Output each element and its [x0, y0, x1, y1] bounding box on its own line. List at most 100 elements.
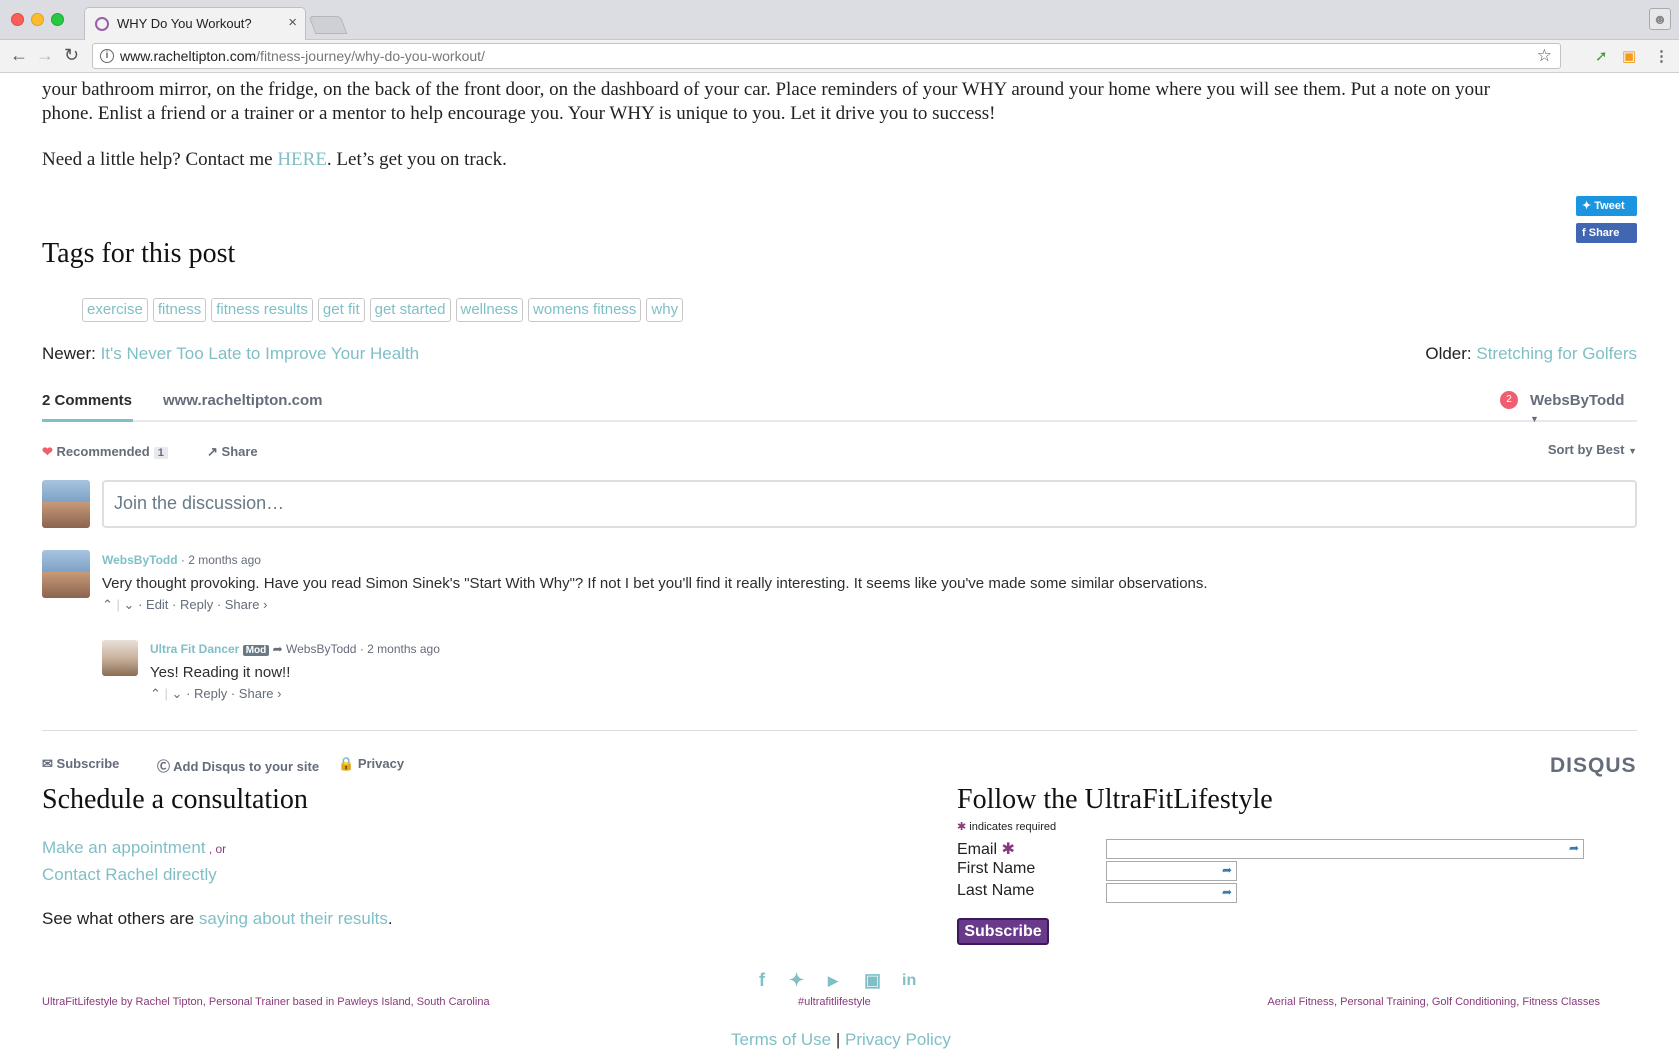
reply-text: Yes! Reading it now!! — [150, 664, 291, 681]
tag-fitness-results[interactable]: fitness results — [211, 298, 313, 322]
contact-here-link[interactable]: HERE — [277, 149, 327, 170]
footer-links: Terms of Use | Privacy Policy — [731, 1030, 951, 1050]
article-paragraph: your bathroom mirror, on the fridge, on … — [42, 78, 1490, 126]
email-field[interactable]: ➦ — [1106, 839, 1584, 859]
forward-arrow-icon[interactable]: → — [36, 45, 54, 66]
newer-label: Newer: — [42, 344, 101, 363]
upvote-icon[interactable]: ⌃ — [102, 597, 113, 612]
url-text[interactable]: www.racheltipton.com/fitness-journey/why… — [120, 48, 485, 64]
tab-community[interactable]: www.racheltipton.com — [163, 392, 322, 409]
disqus-divider — [42, 730, 1637, 731]
disqus-logo[interactable]: DISQUS — [1550, 754, 1637, 778]
facebook-share-button[interactable]: f Share — [1576, 223, 1637, 243]
disqus-privacy-label: Privacy — [357, 756, 405, 771]
tag-get-fit[interactable]: get fit — [317, 298, 365, 322]
footer-hashtag[interactable]: #ultrafitlifestyle — [798, 996, 871, 1008]
older-post-link[interactable]: Stretching for Golfers — [1476, 344, 1637, 363]
disqus-d-icon: Ⓒ — [157, 759, 171, 774]
tag-wellness[interactable]: wellness — [455, 298, 524, 322]
required-note: ✱ indicates required — [957, 820, 1056, 833]
help-suffix: . Let’s get you on track. — [326, 149, 507, 170]
youtube-icon[interactable]: ▶ — [828, 973, 838, 989]
tag-womens-fitness[interactable]: womens fitness — [528, 298, 642, 322]
info-icon[interactable]: i — [100, 49, 114, 63]
tab-comments[interactable]: 2 Comments — [42, 392, 132, 409]
tag-fitness[interactable]: fitness — [152, 298, 207, 322]
chevron-down-icon: ▼ — [1628, 446, 1637, 456]
twitter-icon: ✦ — [1582, 200, 1592, 212]
downvote-icon[interactable]: ⌄ — [124, 597, 135, 612]
disqus-user-menu[interactable]: WebsByTodd ▼ — [1530, 392, 1637, 426]
older-post-nav: Older: Stretching for Golfers — [1425, 344, 1637, 364]
footer-services: Aerial Fitness, Personal Training, Golf … — [1267, 996, 1600, 1008]
comment-header: WebsByTodd · 2 months ago — [102, 553, 261, 567]
comment-author[interactable]: WebsByTodd — [102, 553, 178, 567]
back-arrow-icon[interactable]: ← — [10, 45, 28, 66]
instagram-icon[interactable]: ▣ — [864, 970, 881, 991]
tag-list: exercise fitness fitness results get fit… — [82, 298, 684, 322]
last-name-field[interactable]: ➦ — [1106, 883, 1237, 903]
maximize-window-button[interactable] — [51, 13, 64, 26]
avatar[interactable] — [42, 480, 90, 528]
url-path: /fitness-journey/why-do-you-workout/ — [256, 48, 485, 64]
sort-dropdown[interactable]: Sort by Best ▼ — [1548, 442, 1637, 457]
subscribe-button[interactable]: Subscribe — [957, 918, 1049, 945]
footer-tagline: UltraFitLifestyle by Rachel Tipton, Pers… — [42, 996, 490, 1008]
tab-title: WHY Do You Workout? — [117, 16, 252, 31]
testimonials-link[interactable]: saying about their results — [199, 909, 388, 928]
profile-icon[interactable]: ☻ — [1649, 8, 1671, 30]
join-discussion-input[interactable]: Join the discussion… — [102, 480, 1637, 528]
tab-close-icon[interactable]: × — [288, 14, 297, 31]
tweet-button[interactable]: ✦ Tweet — [1576, 196, 1637, 216]
reply-avatar[interactable] — [102, 640, 138, 676]
first-name-field[interactable]: ➦ — [1106, 861, 1237, 881]
comment-time[interactable]: · 2 months ago — [181, 553, 261, 567]
url-domain: www.racheltipton.com — [120, 48, 257, 64]
see-suffix: . — [387, 909, 393, 928]
facebook-icon: f — [1582, 227, 1586, 239]
contact-rachel-link[interactable]: Contact Rachel directly — [42, 865, 217, 885]
thread-share-button[interactable]: ↗ Share — [207, 444, 258, 460]
tweet-label: Tweet — [1594, 200, 1625, 212]
reply-action-links[interactable]: · Reply · Share › — [186, 686, 281, 701]
disqus-privacy-link[interactable]: 🔒 Privacy — [338, 756, 404, 772]
tag-why[interactable]: why — [646, 298, 684, 322]
recommend-label: Recommended — [56, 444, 150, 459]
reply-time[interactable]: · 2 months ago — [360, 642, 440, 656]
extension-arrow-icon[interactable]: ➚ — [1595, 47, 1608, 65]
minimize-window-button[interactable] — [31, 13, 44, 26]
bookmark-star-icon[interactable]: ☆ — [1537, 46, 1552, 66]
comment-action-links[interactable]: · Edit · Reply · Share › — [138, 597, 267, 612]
close-window-button[interactable] — [11, 13, 24, 26]
terms-of-use-link[interactable]: Terms of Use — [731, 1030, 831, 1049]
site-favicon-icon — [95, 17, 109, 31]
notification-badge[interactable]: 2 — [1500, 391, 1518, 409]
disqus-subscribe-link[interactable]: ✉ Subscribe — [42, 756, 119, 772]
tag-get-started[interactable]: get started — [369, 298, 451, 322]
add-disqus-link[interactable]: Ⓒ Add Disqus to your site — [157, 756, 319, 775]
comment-avatar[interactable] — [42, 550, 90, 598]
browser-tab-active[interactable]: WHY Do You Workout? × — [84, 7, 306, 40]
address-bar[interactable]: i www.racheltipton.com/fitness-journey/w… — [92, 43, 1561, 69]
rss-icon[interactable]: ▣ — [1622, 47, 1636, 65]
privacy-policy-link[interactable]: Privacy Policy — [845, 1030, 951, 1049]
tag-exercise[interactable]: exercise — [82, 298, 148, 322]
facebook-icon[interactable]: f — [759, 970, 765, 991]
upvote-icon[interactable]: ⌃ — [150, 686, 161, 701]
reply-to-user[interactable]: WebsByTodd — [286, 642, 356, 656]
linkedin-icon[interactable]: in — [902, 972, 916, 990]
chevron-down-icon: ▼ — [1530, 414, 1539, 424]
twitter-icon[interactable]: ✦ — [789, 970, 804, 991]
recommend-button[interactable]: ❤ Recommended 1 — [42, 444, 168, 460]
downvote-icon[interactable]: ⌄ — [172, 686, 183, 701]
reply-author[interactable]: Ultra Fit Dancer — [150, 642, 239, 656]
menu-dots-icon[interactable]: ⋮ — [1654, 47, 1669, 65]
reload-icon[interactable]: ↻ — [64, 45, 79, 66]
newer-post-link[interactable]: It's Never Too Late to Improve Your Heal… — [101, 344, 420, 363]
older-label: Older: — [1425, 344, 1477, 363]
required-note-text: indicates required — [969, 821, 1057, 833]
disqus-subscribe-label: Subscribe — [56, 756, 120, 771]
new-tab-button[interactable] — [308, 16, 348, 34]
make-appointment-link[interactable]: Make an appointment — [42, 838, 206, 857]
last-name-label: Last Name — [957, 882, 1035, 899]
